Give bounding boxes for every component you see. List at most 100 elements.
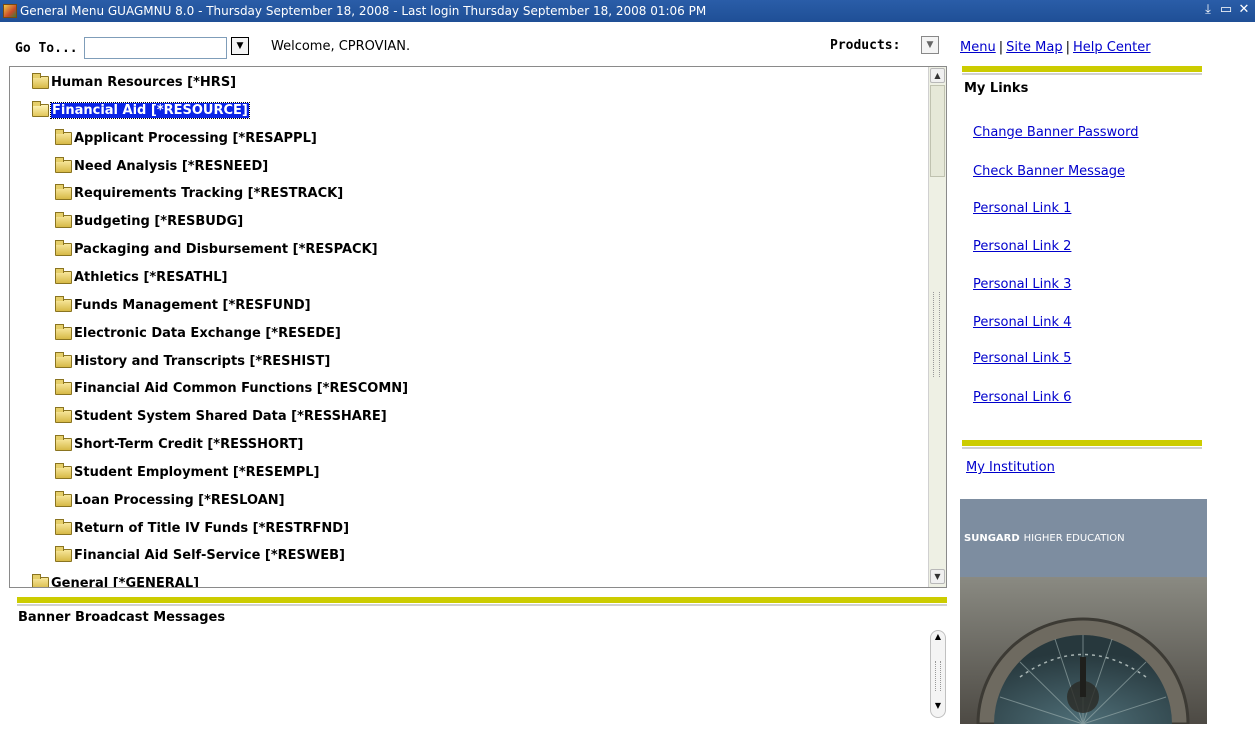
scroll-up-button[interactable]: ▲	[930, 68, 945, 83]
chevron-down-icon: ▼	[926, 40, 934, 50]
tree-item-label: Financial Aid Self-Service [*RESWEB]	[74, 547, 345, 563]
folder-icon	[55, 183, 72, 200]
broadcast-scrollbar[interactable]: ▲ ▼	[930, 630, 946, 718]
personal-link-2[interactable]: Personal Link 2	[973, 239, 1071, 254]
goto-input[interactable]	[84, 37, 227, 59]
tree-item-label: Short-Term Credit [*RESSHORT]	[74, 436, 304, 452]
broadcast-title: Banner Broadcast Messages	[18, 610, 226, 625]
scroll-thumb[interactable]	[930, 85, 945, 177]
tree-item[interactable]: Athletics [*RESATHL]	[55, 266, 227, 288]
tree-item-label: Student System Shared Data [*RESSHARE]	[74, 408, 387, 424]
tree-item[interactable]: Short-Term Credit [*RESSHORT]	[55, 433, 303, 455]
scroll-track[interactable]	[930, 511, 945, 571]
folder-icon	[55, 545, 72, 562]
separator: |	[998, 40, 1004, 55]
products-dropdown-button[interactable]: ▼	[921, 36, 939, 54]
tree-item[interactable]: Applicant Processing [*RESAPPL]	[55, 127, 317, 149]
folder-icon	[55, 295, 72, 312]
tree-item[interactable]: General [*GENERAL]	[32, 572, 199, 587]
tree-item-label: Loan Processing [*RESLOAN]	[74, 492, 285, 508]
tree-item-label: History and Transcripts [*RESHIST]	[74, 353, 331, 369]
check-message-link[interactable]: Check Banner Message	[973, 164, 1154, 179]
promo-tagline: HIGHER EDUCATION	[1023, 532, 1125, 544]
tree-item-label: Electronic Data Exchange [*RESEDE]	[74, 325, 341, 341]
tree-item[interactable]: Packaging and Disbursement [*RESPACK]	[55, 238, 378, 260]
close-icon[interactable]: ✕	[1237, 2, 1251, 17]
tree-item[interactable]: Financial Aid [*RESOURCE]	[32, 99, 250, 121]
personal-link-4[interactable]: Personal Link 4	[973, 315, 1071, 330]
accent-bar	[17, 597, 947, 603]
tree-item-label: Need Analysis [*RESNEED]	[74, 158, 269, 174]
folder-icon	[32, 573, 49, 587]
arrow-down-icon: ▼	[934, 572, 941, 581]
tree-item[interactable]: Requirements Tracking [*RESTRACK]	[55, 182, 343, 204]
accent-bar	[962, 66, 1202, 72]
tree-item-label: Financial Aid Common Functions [*RESCOMN…	[74, 380, 409, 396]
tree-item-label: Return of Title IV Funds [*RESTRFND]	[74, 520, 350, 536]
folder-icon	[55, 378, 72, 395]
tree-item[interactable]: Loan Processing [*RESLOAN]	[55, 489, 285, 511]
promo-header: SUNGARD HIGHER EDUCATION	[960, 499, 1207, 577]
tree-scrollbar[interactable]: ▲ ▼	[928, 67, 946, 587]
personal-link-6[interactable]: Personal Link 6	[973, 390, 1071, 405]
app-icon	[3, 4, 17, 18]
personal-link-1[interactable]: Personal Link 1	[973, 201, 1071, 216]
menu-link[interactable]: Menu	[960, 40, 996, 55]
menu-tree: Human Resources [*HRS] Financial Aid [*RE…	[9, 66, 947, 588]
tree-item-label: Packaging and Disbursement [*RESPACK]	[74, 241, 378, 257]
tree-item[interactable]: Human Resources [*HRS]	[32, 71, 236, 93]
personal-link-5[interactable]: Personal Link 5	[973, 351, 1071, 366]
folder-icon	[55, 267, 72, 284]
help-center-link[interactable]: Help Center	[1073, 40, 1151, 55]
folder-icon	[55, 434, 72, 451]
tree-item-label: Requirements Tracking [*RESTRACK]	[74, 185, 344, 201]
tree-item[interactable]: Financial Aid Self-Service [*RESWEB]	[55, 544, 345, 566]
tree-item[interactable]: Student Employment [*RESEMPL]	[55, 461, 319, 483]
welcome-text: Welcome, CPROVIAN.	[271, 39, 411, 54]
chevron-down-icon: ▼	[236, 41, 244, 51]
tree-item[interactable]: Return of Title IV Funds [*RESTRFND]	[55, 517, 349, 539]
divider	[17, 604, 947, 606]
tree-item[interactable]: History and Transcripts [*RESHIST]	[55, 350, 330, 372]
scroll-down-button[interactable]: ▼	[930, 569, 945, 584]
tree-item[interactable]: Need Analysis [*RESNEED]	[55, 155, 268, 177]
tree-item-label: Funds Management [*RESFUND]	[74, 297, 311, 313]
tree-item-label: Student Employment [*RESEMPL]	[74, 464, 320, 480]
tree-item[interactable]: Budgeting [*RESBUDG]	[55, 210, 243, 232]
tree-item[interactable]: Financial Aid Common Functions [*RESCOMN…	[55, 377, 408, 399]
restore-icon[interactable]: ▭	[1219, 2, 1233, 17]
scroll-grip	[933, 292, 940, 377]
goto-label: Go To...	[15, 41, 78, 56]
arrow-down-icon[interactable]: ▼	[932, 701, 944, 715]
change-password-link[interactable]: Change Banner Password	[973, 125, 1138, 140]
tree-item-label: General [*GENERAL]	[51, 575, 200, 588]
folder-icon	[55, 351, 72, 368]
promo-banner[interactable]: SUNGARD HIGHER EDUCATION	[960, 499, 1207, 724]
scroll-grip	[935, 661, 941, 691]
title-bar: General Menu GUAGMNU 8.0 - Thursday Sept…	[0, 0, 1255, 22]
building-arch-image	[960, 577, 1207, 724]
my-institution-link[interactable]: My Institution	[966, 460, 1055, 475]
tree-item-label: Human Resources [*HRS]	[51, 74, 237, 90]
folder-icon	[55, 239, 72, 256]
arrow-up-icon[interactable]: ▲	[932, 632, 944, 646]
folder-icon	[55, 462, 72, 479]
tree-item-label: Budgeting [*RESBUDG]	[74, 213, 244, 229]
window-controls: ⤓ ▭ ✕	[1201, 2, 1251, 17]
tree-item[interactable]: Funds Management [*RESFUND]	[55, 294, 311, 316]
accent-bar	[962, 440, 1202, 446]
tree-item[interactable]: Electronic Data Exchange [*RESEDE]	[55, 322, 341, 344]
folder-icon	[55, 490, 72, 507]
personal-link-3[interactable]: Personal Link 3	[973, 277, 1071, 292]
minimize-icon[interactable]: ⤓	[1201, 2, 1215, 17]
goto-dropdown-button[interactable]: ▼	[231, 37, 249, 55]
my-links-title: My Links	[964, 81, 1029, 96]
top-links: Menu | Site Map | Help Center	[960, 40, 1151, 55]
products-label: Products:	[830, 38, 901, 53]
folder-icon	[55, 518, 72, 535]
folder-icon	[55, 323, 72, 340]
toolbar: Go To... ▼ Welcome, CPROVIAN. Products: …	[0, 22, 950, 62]
tree-item[interactable]: Student System Shared Data [*RESSHARE]	[55, 405, 387, 427]
tree-item-label: Athletics [*RESATHL]	[74, 269, 228, 285]
site-map-link[interactable]: Site Map	[1006, 40, 1063, 55]
